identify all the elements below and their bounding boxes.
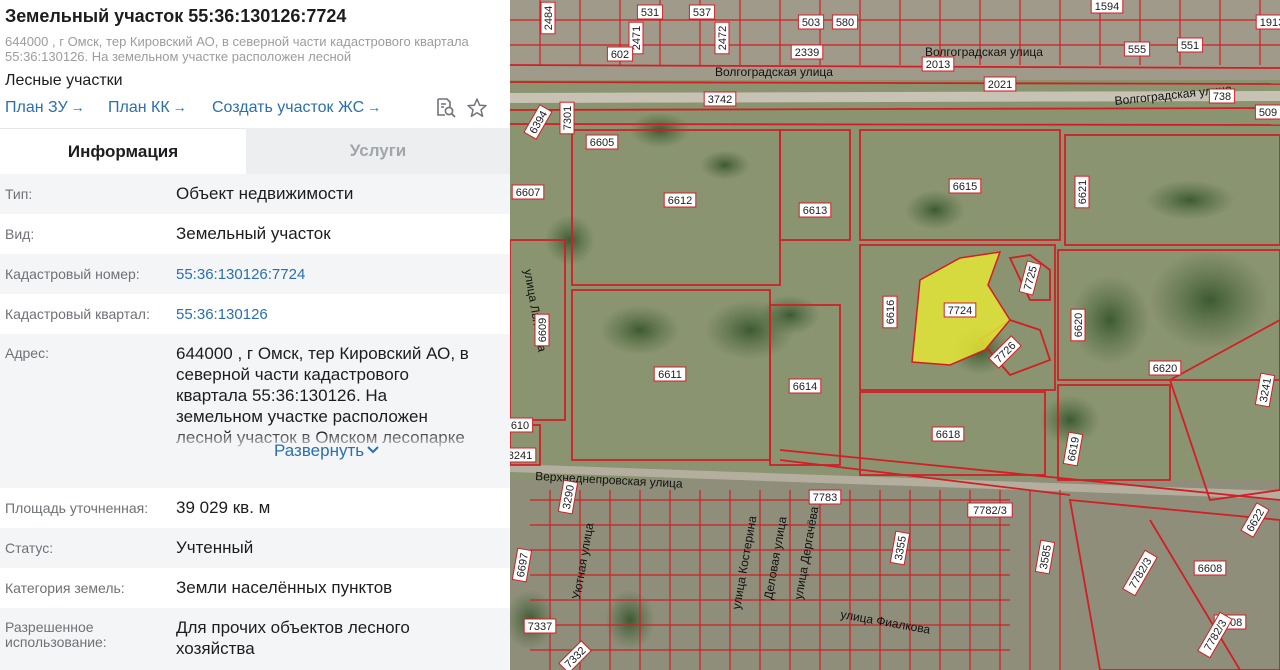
cadastral-map[interactable]: Волгоградская улица Волгоградская улица … — [510, 0, 1280, 670]
permitted-use-value: Для прочих объектов лесного хозяйства — [176, 618, 410, 658]
parcel-number-label: 6620 — [1073, 313, 1085, 337]
plan-zu-label: План ЗУ — [5, 99, 68, 116]
info-row-land-category: Категория земель: Земли населённых пункт… — [0, 568, 510, 608]
kind-value: Земельный участок — [176, 224, 331, 243]
type-label: Тип: — [5, 186, 33, 202]
parcel-number-label: 3742 — [708, 94, 732, 106]
chevron-down-icon — [367, 446, 379, 454]
arrow-right-icon: → — [172, 99, 187, 115]
parcel-number-label: 602 — [611, 49, 629, 61]
info-row-type: Тип: Объект недвижимости — [0, 174, 510, 214]
parcel-number-label: 2021 — [988, 79, 1012, 91]
parcel-number-label: 531 — [641, 7, 659, 19]
parcel-number-label: 555 — [1128, 44, 1146, 56]
plan-kk-link[interactable]: План КК → — [108, 99, 187, 117]
parcel-number-label: 6618 — [936, 429, 960, 441]
info-row-cadastral-block: Кадастровый квартал: 55:36:130126 — [0, 294, 510, 334]
parcel-number-label: 1594 — [1095, 1, 1119, 13]
parcel-number-label: 7724 — [948, 305, 972, 317]
arrow-right-icon: → — [70, 99, 85, 115]
tab-bar: Информация Услуги — [0, 128, 510, 174]
parcel-number-label: 6607 — [516, 187, 540, 199]
street-label: Волгоградская улица — [715, 65, 833, 79]
arrow-right-icon: → — [367, 99, 382, 115]
parcel-number-label: 6611 — [658, 369, 682, 381]
permitted-use-label: Разрешенное использование: — [5, 619, 107, 650]
status-label: Статус: — [5, 540, 54, 556]
parcel-number-label: 503 — [802, 17, 820, 29]
parcel-number-label: 6613 — [803, 205, 827, 217]
type-value: Объект недвижимости — [176, 184, 354, 203]
address-label: Адрес: — [5, 345, 49, 361]
parcel-number-label: 2484 — [543, 6, 555, 30]
create-zs-link[interactable]: Создать участок ЖС → — [212, 99, 381, 117]
info-row-address: Адрес: 644000 , г Омск, тер Кировский АО… — [0, 334, 510, 488]
info-row-status: Статус: Учтенный — [0, 528, 510, 568]
kind-label: Вид: — [5, 226, 35, 242]
parcel-number-label: 6605 — [590, 137, 614, 149]
parcel-number-label: 6612 — [668, 195, 692, 207]
area-label: Площадь уточненная: — [5, 500, 149, 516]
expand-address-button[interactable]: Развернуть — [274, 441, 380, 461]
parcel-number-label: 7301 — [562, 106, 574, 130]
info-row-permitted-use: Разрешенное использование: Для прочих об… — [0, 608, 510, 670]
parcel-number-label: 6608 — [1198, 563, 1222, 575]
parcel-number-label: 2013 — [926, 59, 950, 71]
parcel-number-label: 580 — [836, 17, 854, 29]
parcel-number-label: 537 — [693, 7, 711, 19]
parcel-number-label: 7783 — [813, 492, 837, 504]
forest-note: Лесные участки — [5, 72, 123, 89]
cadastral-block-label: Кадастровый квартал: — [5, 306, 150, 322]
cadastral-number-link[interactable]: 55:36:130126:7724 — [176, 264, 305, 285]
info-row-cadastral-number: Кадастровый номер: 55:36:130126:7724 — [0, 254, 510, 294]
parcel-number-label: 6609 — [537, 318, 549, 342]
cadastral-number-label: Кадастровый номер: — [5, 266, 140, 282]
parcel-number-label: 7337 — [528, 621, 552, 633]
land-category-label: Категория земель: — [5, 580, 125, 596]
cadastral-block-link[interactable]: 55:36:130126 — [176, 304, 268, 325]
parcel-number-label: 6621 — [1077, 180, 1089, 204]
parcel-number-label: 2472 — [717, 26, 729, 50]
map-canvas[interactable]: Волгоградская улица Волгоградская улица … — [510, 0, 1280, 670]
tab-information[interactable]: Информация — [0, 128, 246, 174]
parcel-number-label: 509 — [1259, 107, 1277, 119]
page-title: Земельный участок 55:36:130126:7724 — [5, 6, 347, 26]
parcel-number-label: 6616 — [885, 300, 897, 324]
area-value: 39 029 кв. м — [176, 498, 271, 517]
search-parcel-icon[interactable] — [434, 96, 458, 120]
parcel-number-label: 6615 — [953, 181, 977, 193]
info-panel: Земельный участок 55:36:130126:7724 6440… — [0, 0, 510, 670]
subtitle-address: 644000 , г Омск, тер Кировский АО, в сев… — [5, 34, 469, 64]
plan-kk-label: План КК — [108, 99, 170, 116]
land-category-value: Земли населённых пунктов — [176, 578, 393, 597]
parcel-number-label: 2339 — [795, 47, 819, 59]
parcel-number-label: 610 — [511, 420, 529, 432]
plan-zu-link[interactable]: План ЗУ → — [5, 99, 85, 117]
expand-label: Развернуть — [274, 441, 365, 460]
status-value: Учтенный — [176, 538, 254, 557]
tab-services[interactable]: Услуги — [246, 128, 510, 174]
info-row-area: Площадь уточненная: 39 029 кв. м — [0, 488, 510, 528]
star-icon[interactable] — [465, 96, 489, 120]
parcel-number-label: 551 — [1181, 40, 1199, 52]
parcel-number-label: 738 — [1213, 91, 1231, 103]
create-zs-label: Создать участок ЖС — [212, 99, 365, 116]
parcel-number-label: 6620 — [1153, 363, 1177, 375]
parcel-number-label: 7782/3 — [973, 505, 1007, 517]
parcel-number-label: 3241 — [510, 450, 532, 462]
parcel-number-label: 6614 — [793, 381, 817, 393]
parcel-number-label: 1913 — [1260, 17, 1280, 29]
info-row-kind: Вид: Земельный участок — [0, 214, 510, 254]
